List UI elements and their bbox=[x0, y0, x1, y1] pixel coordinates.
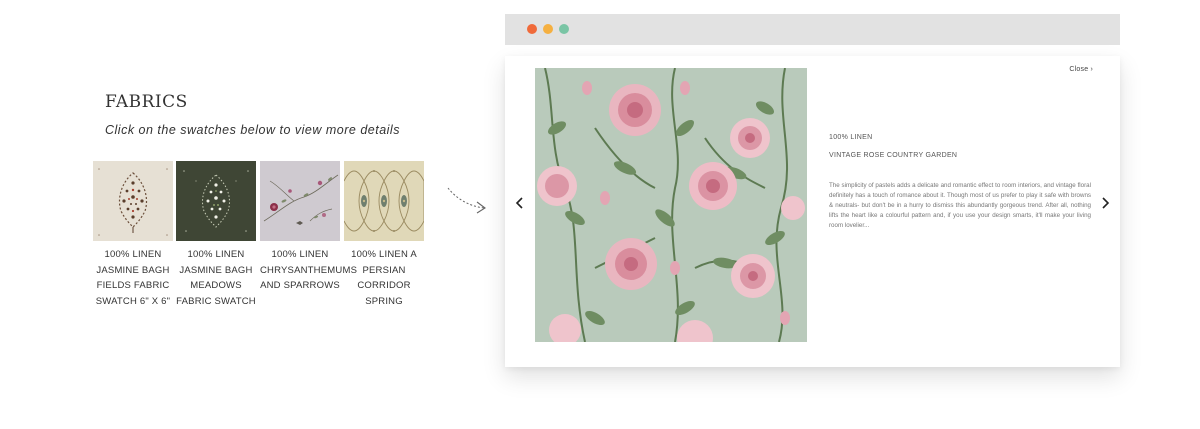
swatch-label[interactable]: 100% LINEN A PERSIAN CORRIDOR SPRING bbox=[344, 247, 424, 309]
fabrics-title: FABRICS bbox=[105, 92, 188, 112]
next-button[interactable] bbox=[1100, 196, 1110, 210]
chevron-right-icon[interactable]: › bbox=[1090, 66, 1093, 73]
swatch-image[interactable] bbox=[93, 161, 173, 241]
window-close-dot[interactable] bbox=[527, 24, 537, 34]
swatch-label[interactable]: 100% LINEN JASMINE BAGH MEADOWS FABRIC S… bbox=[176, 247, 256, 309]
swatch-item-persian-corridor[interactable]: 100% LINEN A PERSIAN CORRIDOR SPRING bbox=[344, 161, 424, 309]
product-description: The simplicity of pastels adds a delicat… bbox=[829, 182, 1091, 229]
product-details: 100% LINEN VINTAGE ROSE COUNTRY GARDEN T… bbox=[829, 134, 1091, 231]
swatch-label[interactable]: 100% LINEN CHRYSANTHEMUMS AND SPARROWS bbox=[260, 247, 357, 294]
swatch-image[interactable] bbox=[260, 161, 340, 241]
product-name: VINTAGE ROSE COUNTRY GARDEN bbox=[829, 152, 958, 159]
product-image bbox=[535, 68, 807, 342]
dotted-curved-arrow-icon bbox=[446, 184, 490, 216]
close-button[interactable]: Close › bbox=[1069, 66, 1093, 73]
prev-button[interactable] bbox=[515, 196, 525, 210]
swatch-list: 100% LINEN JASMINE BAGH FIELDS FABRIC SW… bbox=[93, 161, 433, 321]
swatch-label[interactable]: 100% LINEN JASMINE BAGH FIELDS FABRIC SW… bbox=[93, 247, 173, 309]
swatch-item-jasmine-meadows[interactable]: 100% LINEN JASMINE BAGH MEADOWS FABRIC S… bbox=[176, 161, 256, 309]
close-label[interactable]: Close bbox=[1069, 66, 1088, 73]
chevron-left-icon bbox=[515, 197, 523, 209]
swatch-item-chrysanthemums[interactable]: 100% LINEN CHRYSANTHEMUMS AND SPARROWS bbox=[260, 161, 357, 294]
product-material: 100% LINEN bbox=[829, 134, 873, 141]
product-detail-modal: Close › 100% LINEN VINTAGE ROSE COUNTRY … bbox=[505, 56, 1120, 367]
window-maximize-dot[interactable] bbox=[559, 24, 569, 34]
swatch-image[interactable] bbox=[344, 161, 424, 241]
swatch-image[interactable] bbox=[176, 161, 256, 241]
fabrics-subtitle: Click on the swatches below to view more… bbox=[105, 123, 400, 137]
window-minimize-dot[interactable] bbox=[543, 24, 553, 34]
browser-title-bar bbox=[505, 14, 1120, 45]
chevron-right-icon bbox=[1102, 197, 1110, 209]
swatch-item-jasmine-fields[interactable]: 100% LINEN JASMINE BAGH FIELDS FABRIC SW… bbox=[93, 161, 173, 309]
